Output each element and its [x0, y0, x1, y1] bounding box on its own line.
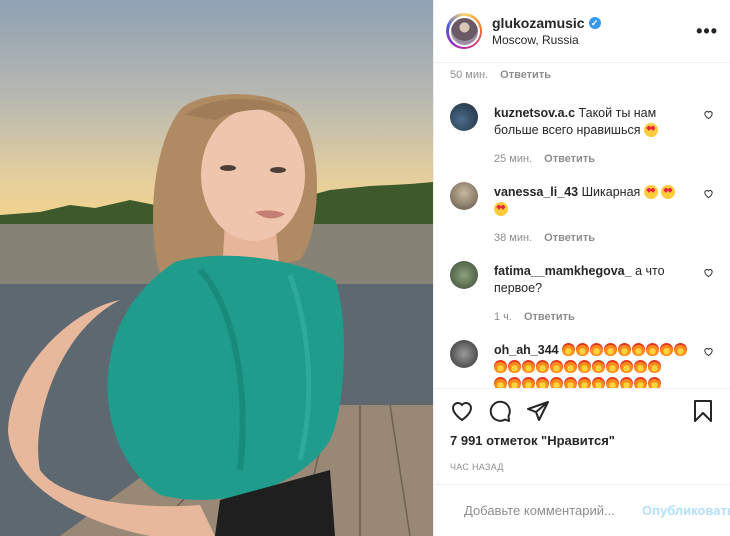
- fire-emoji-icon: [536, 377, 549, 388]
- author-username[interactable]: glukozamusic: [492, 15, 585, 31]
- like-heart-icon[interactable]: [450, 399, 474, 423]
- more-options-icon[interactable]: •••: [696, 21, 718, 42]
- fire-emoji-row: [562, 343, 688, 357]
- commenter-avatar[interactable]: [450, 103, 478, 131]
- fire-emoji-icon: [536, 360, 549, 373]
- comment-bubble-icon[interactable]: [488, 399, 512, 423]
- share-paper-plane-icon[interactable]: [526, 399, 550, 423]
- fire-emoji-icon: [550, 377, 563, 388]
- fire-emoji-icon: [620, 360, 633, 373]
- fire-emoji-icon: [576, 343, 590, 356]
- heart-eyes-emoji-icon: [643, 123, 658, 137]
- fire-emoji-icon: [508, 377, 521, 388]
- fire-emoji-icon: [494, 377, 507, 388]
- fire-emoji-icon: [494, 360, 507, 373]
- fire-emoji-icon: [522, 377, 535, 388]
- save-bookmark-icon[interactable]: [692, 399, 714, 423]
- comment-time: 25 мин.: [494, 153, 533, 165]
- comment-text: Шикарная: [581, 185, 641, 199]
- comment-time: 1 ч.: [494, 311, 512, 323]
- fire-emoji-icon: [508, 360, 521, 373]
- fire-emoji-row: [494, 376, 692, 388]
- publish-button[interactable]: Опубликовать: [642, 503, 730, 518]
- fire-emoji-icon: [660, 343, 674, 356]
- comment-time: 50 мин.: [450, 69, 489, 81]
- heart-eyes-emoji-icon: [661, 185, 676, 199]
- like-comment-heart-icon[interactable]: [703, 346, 714, 357]
- post-details-panel: glukozamusic ✓ Moscow, Russia ••• 50 мин…: [433, 0, 730, 536]
- comment-meta: 1 ч. Ответить: [494, 309, 692, 326]
- fire-emoji-icon: [606, 377, 619, 388]
- comment-time: 38 мин.: [494, 232, 533, 244]
- fire-emoji-icon: [646, 343, 660, 356]
- fire-emoji-icon: [618, 343, 632, 356]
- action-icons-bar: [450, 389, 714, 433]
- reply-button[interactable]: Ответить: [524, 309, 575, 326]
- fire-emoji-icon: [592, 360, 605, 373]
- comment-meta: 50 мин. Ответить: [450, 69, 714, 81]
- heart-eyes-emoji-icon: [494, 202, 508, 216]
- reply-button[interactable]: Ответить: [544, 151, 595, 168]
- comment-item: oh_ah_344: [450, 340, 714, 388]
- commenter-avatar[interactable]: [450, 261, 478, 289]
- comment-item: fatima__mamkhegova_ а что первое? 1 ч. О…: [450, 261, 714, 326]
- instagram-post: glukozamusic ✓ Moscow, Russia ••• 50 мин…: [0, 0, 730, 536]
- reply-button[interactable]: Ответить: [500, 69, 551, 81]
- fire-emoji-icon: [590, 343, 604, 356]
- likes-count[interactable]: 7 991 отметок "Нравится": [450, 433, 714, 448]
- comment-input[interactable]: [462, 502, 642, 519]
- fire-emoji-icon: [564, 377, 577, 388]
- post-photo-illustration: [0, 94, 433, 536]
- comment-item: vanessa_li_43 Шикарная 38 мин. Ответить: [450, 182, 714, 247]
- commenter-avatar[interactable]: [450, 340, 478, 368]
- commenter-username[interactable]: vanessa_li_43: [494, 185, 578, 199]
- add-comment-bar: Опубликовать: [434, 484, 730, 536]
- commenter-username[interactable]: oh_ah_344: [494, 343, 559, 357]
- comment-item: kuznetsov.a.c Такой ты нам больше всего …: [450, 103, 714, 168]
- post-timestamp: ЧАС НАЗАД: [450, 462, 504, 472]
- like-comment-heart-icon[interactable]: [703, 267, 714, 278]
- heart-eyes-emoji-icon: [643, 185, 658, 199]
- like-comment-heart-icon[interactable]: [703, 188, 714, 199]
- comment-meta: 38 мин. Ответить: [494, 230, 692, 247]
- fire-emoji-icon: [562, 343, 576, 356]
- post-photo[interactable]: [0, 0, 433, 536]
- fire-emoji-icon: [632, 343, 646, 356]
- fire-emoji-icon: [564, 360, 577, 373]
- fire-emoji-icon: [620, 377, 633, 388]
- commenter-avatar[interactable]: [450, 182, 478, 210]
- fire-emoji-icon: [606, 360, 619, 373]
- reply-button[interactable]: Ответить: [544, 230, 595, 247]
- fire-emoji-icon: [674, 343, 688, 356]
- fire-emoji-icon: [648, 360, 661, 373]
- author-info: glukozamusic ✓ Moscow, Russia: [492, 15, 696, 47]
- comments-list: 50 мин. Ответить kuznetsov.a.c Такой ты …: [434, 63, 730, 388]
- fire-emoji-icon: [578, 360, 591, 373]
- post-header: glukozamusic ✓ Moscow, Russia •••: [434, 0, 730, 63]
- fire-emoji-icon: [592, 377, 605, 388]
- post-location[interactable]: Moscow, Russia: [492, 33, 696, 47]
- fire-emoji-icon: [634, 360, 647, 373]
- fire-emoji-icon: [604, 343, 618, 356]
- like-comment-heart-icon[interactable]: [703, 109, 714, 120]
- author-avatar[interactable]: [446, 13, 482, 49]
- post-actions: 7 991 отметок "Нравится" ЧАС НАЗАД: [434, 388, 730, 484]
- fire-emoji-icon: [522, 360, 535, 373]
- comment-meta: 25 мин. Ответить: [494, 151, 692, 168]
- fire-emoji-icon: [550, 360, 563, 373]
- fire-emoji-row: [494, 359, 692, 376]
- verified-badge-icon: ✓: [588, 17, 601, 29]
- commenter-username[interactable]: fatima__mamkhegova_: [494, 264, 632, 278]
- fire-emoji-icon: [578, 377, 591, 388]
- commenter-username[interactable]: kuznetsov.a.c: [494, 106, 575, 120]
- fire-emoji-icon: [634, 377, 647, 388]
- fire-emoji-icon: [648, 377, 661, 388]
